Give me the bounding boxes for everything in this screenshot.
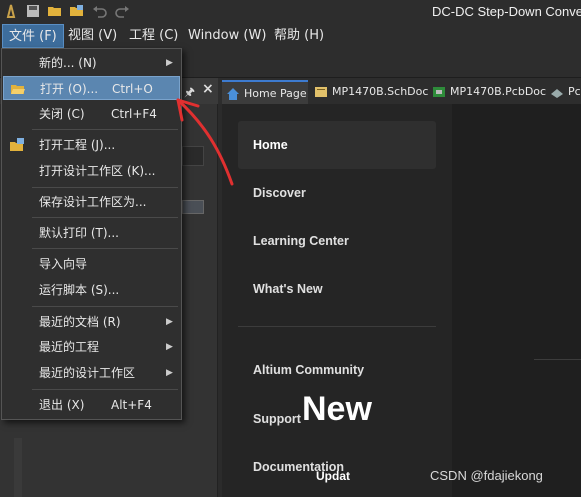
menu-item-label: 运行脚本 (S)... (39, 283, 120, 297)
menu-item-recent-documents[interactable]: 最近的文档 (R) ▶ (3, 310, 180, 334)
menu-bar: 文件 (F) 视图 (V) 工程 (C) Window (W) 帮助 (H) (0, 24, 581, 48)
menu-item-label: 默认打印 (T)... (39, 226, 119, 240)
menu-item-open[interactable]: 打开 (O)... Ctrl+O (3, 76, 180, 100)
submenu-arrow-icon: ▶ (166, 342, 173, 352)
tab-label: MP1470B.PcbDoc (450, 85, 547, 98)
menu-item-default-print[interactable]: 默认打印 (T)... (3, 221, 180, 245)
home-icon (227, 88, 239, 100)
undo-icon[interactable] (92, 3, 108, 19)
menu-item-shortcut: Ctrl+F4 (111, 107, 157, 121)
menu-item-recent-projects[interactable]: 最近的工程 ▶ (3, 335, 180, 359)
menu-item-exit[interactable]: 退出 (X) Alt+F4 (3, 393, 180, 417)
menu-item-label: 关闭 (C) (39, 107, 85, 121)
menu-item-open-workspace[interactable]: 打开设计工作区 (K)... (3, 159, 180, 183)
document-tab-bar: Home Page MP1470B.SchDoc MP1470B.PcbDoc … (218, 78, 581, 104)
menu-item-label: 保存设计工作区为... (39, 195, 147, 209)
tab-label: MP1470B.SchDoc (332, 85, 429, 98)
nav-discover[interactable]: Discover (238, 169, 436, 217)
nav-home[interactable]: Home (238, 121, 436, 169)
menu-separator (32, 248, 178, 249)
menu-item-label: 新的... (N) (39, 56, 97, 70)
open-project-icon (10, 138, 24, 151)
menu-item-recent-workspaces[interactable]: 最近的设计工作区 ▶ (3, 361, 180, 385)
nav-altium-community[interactable]: Altium Community (238, 346, 436, 394)
open-folder-icon (11, 85, 25, 94)
menu-separator (32, 306, 178, 307)
menu-item-label: 打开 (O)... (40, 82, 99, 96)
home-page: Home Discover Learning Center What's New… (222, 104, 581, 497)
home-nav: Home Discover Learning Center What's New… (222, 104, 452, 497)
submenu-arrow-icon: ▶ (166, 368, 173, 378)
menu-help[interactable]: 帮助 (H) (268, 24, 330, 48)
pcb-3d-icon (551, 89, 563, 98)
update-label: Updat (316, 469, 350, 483)
menu-separator (32, 187, 178, 188)
menu-window[interactable]: Window (W) (182, 24, 272, 48)
menu-item-new[interactable]: 新的... (N) ▶ (3, 51, 180, 75)
panel-scrollbar[interactable] (14, 438, 22, 497)
tab-pcbdoc[interactable]: MP1470B.PcbDoc (428, 80, 546, 104)
home-main (452, 104, 581, 497)
pcb-icon (433, 87, 445, 97)
open-project-icon[interactable] (69, 3, 85, 19)
menu-item-label: 最近的文档 (R) (39, 315, 121, 329)
menu-separator (32, 217, 178, 218)
altium-logo-icon (6, 4, 16, 18)
menu-item-label: 最近的设计工作区 (39, 366, 136, 380)
file-menu-dropdown: 新的... (N) ▶ 打开 (O)... Ctrl+O 关闭 (C) Ctrl… (1, 48, 182, 420)
nav-whats-new[interactable]: What's New (238, 265, 436, 313)
menu-separator (32, 129, 178, 130)
menu-separator (32, 389, 178, 390)
menu-item-run-script[interactable]: 运行脚本 (S)... (3, 278, 180, 302)
menu-item-import-wizard[interactable]: 导入向导 (3, 252, 180, 276)
menu-item-label: 最近的工程 (39, 340, 100, 354)
title-bar: DC-DC Step-Down Conve (0, 0, 581, 24)
menu-file[interactable]: 文件 (F) (2, 24, 64, 48)
panel-dropdown[interactable] (182, 200, 204, 214)
nav-learning-center[interactable]: Learning Center (238, 217, 436, 265)
open-folder-icon[interactable] (47, 3, 63, 19)
menu-item-shortcut: Ctrl+O (112, 82, 153, 96)
menu-project[interactable]: 工程 (C) (123, 24, 184, 48)
menu-item-open-project[interactable]: 打开工程 (J)... (3, 133, 180, 157)
nav-divider (238, 326, 436, 327)
tab-schdoc[interactable]: MP1470B.SchDoc (310, 80, 428, 104)
tab-label: Pc (568, 85, 581, 98)
menu-view[interactable]: 视图 (V) (62, 24, 123, 48)
menu-item-label: 打开工程 (J)... (39, 138, 116, 152)
menu-item-save-workspace[interactable]: 保存设计工作区为... (3, 190, 180, 214)
submenu-arrow-icon: ▶ (166, 58, 173, 68)
watermark: CSDN @fdajiekong (430, 468, 543, 483)
menu-item-label: 退出 (X) (39, 398, 85, 412)
window-title: DC-DC Step-Down Conve (432, 4, 581, 19)
schematic-icon (315, 87, 327, 97)
menu-item-label: 打开设计工作区 (K)... (39, 164, 156, 178)
page-heading: New (302, 390, 372, 428)
tab-home-page[interactable]: Home Page (222, 80, 308, 104)
pin-icon[interactable]: 🖈 (184, 83, 195, 104)
menu-item-shortcut: Alt+F4 (111, 398, 152, 412)
save-all-icon[interactable] (25, 3, 41, 19)
redo-icon[interactable] (114, 3, 130, 19)
close-icon[interactable]: × (202, 81, 214, 97)
submenu-arrow-icon: ▶ (166, 317, 173, 327)
tab-label: Home Page (244, 87, 307, 100)
nav-documentation[interactable]: Documentation (238, 443, 436, 491)
tab-pcb-3d[interactable]: Pc (546, 80, 581, 104)
divider (534, 359, 581, 360)
menu-item-label: 导入向导 (39, 257, 88, 271)
panel-search-field[interactable] (182, 146, 204, 166)
menu-item-close[interactable]: 关闭 (C) Ctrl+F4 (3, 102, 180, 126)
